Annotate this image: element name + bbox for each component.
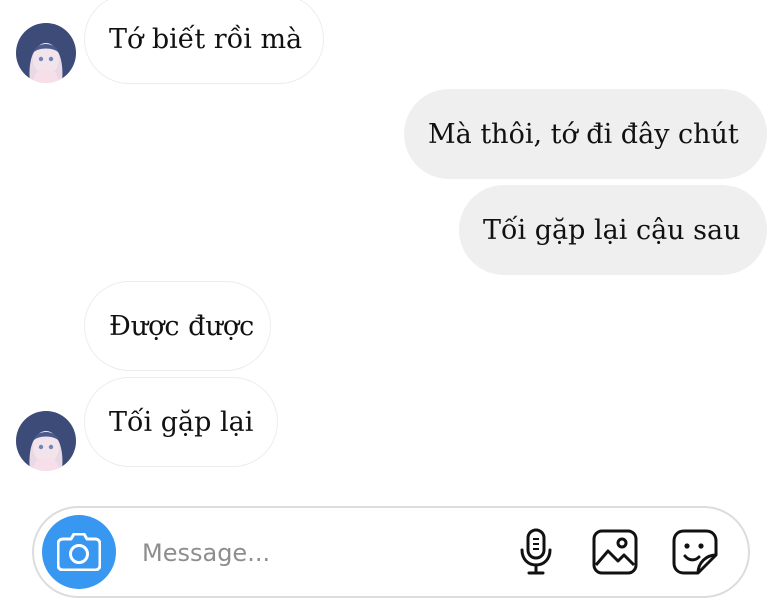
- message-text: Tối gặp lại cậu sau: [483, 214, 741, 246]
- message-text: Tớ biết rồi mà: [109, 23, 303, 55]
- camera-icon: [57, 533, 101, 571]
- avatar-image: [16, 23, 76, 83]
- avatar-image: [16, 411, 76, 471]
- camera-button[interactable]: [42, 515, 116, 589]
- message-bubble-sent[interactable]: Mà thôi, tớ đi đây chút: [404, 89, 767, 179]
- message-text: Mà thôi, tớ đi đây chút: [428, 118, 739, 150]
- contact-avatar[interactable]: [16, 411, 76, 471]
- image-icon: [592, 529, 638, 575]
- microphone-icon: [520, 528, 552, 575]
- message-bubble-received[interactable]: Được được: [84, 281, 271, 371]
- sticker-icon: [672, 529, 718, 575]
- gallery-button[interactable]: [588, 525, 642, 579]
- message-text: Tối gặp lại: [109, 406, 254, 438]
- message-text: Được được: [109, 310, 255, 342]
- message-input[interactable]: [140, 528, 484, 578]
- voice-message-button[interactable]: [509, 525, 563, 579]
- contact-avatar[interactable]: [16, 23, 76, 83]
- message-bubble-received[interactable]: Tối gặp lại: [84, 377, 278, 467]
- message-bubble-received[interactable]: Tớ biết rồi mà: [84, 0, 324, 84]
- sticker-button[interactable]: [668, 525, 722, 579]
- message-bubble-sent[interactable]: Tối gặp lại cậu sau: [459, 185, 767, 275]
